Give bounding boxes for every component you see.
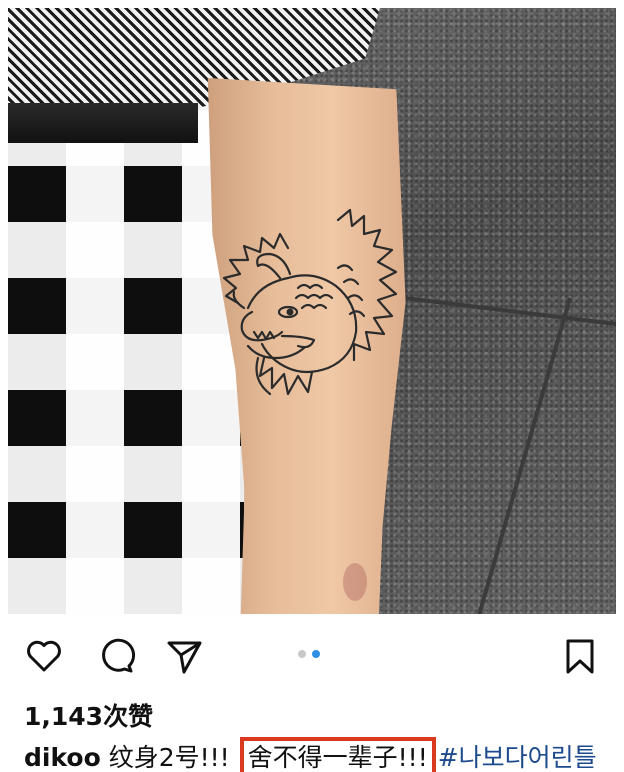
post-caption: dikoo 纹身2号!!! 舍不得一辈子!!! #나보다어린틀 — [24, 737, 597, 772]
bookmark-icon[interactable] — [560, 636, 600, 676]
carousel-indicator — [298, 650, 328, 660]
caption-highlighted-text: 舍不得一辈子!!! — [239, 737, 436, 772]
post-photo[interactable] — [8, 8, 616, 614]
caption-username[interactable]: dikoo — [24, 743, 101, 772]
post-action-bar — [0, 630, 624, 682]
carousel-dot-inactive — [298, 650, 306, 658]
plaid-waistband — [8, 103, 198, 143]
caption-text: 纹身2号!!! — [100, 743, 238, 772]
likes-count[interactable]: 1,143次赞 — [24, 697, 153, 733]
paper-plane-icon[interactable] — [164, 636, 204, 676]
instagram-post: 1,143次赞 dikoo 纹身2号!!! 舍不得一辈子!!! #나보다어린틀 — [0, 0, 624, 772]
caption-hashtag[interactable]: #나보다어린틀 — [438, 743, 597, 772]
carousel-dot-active — [312, 650, 320, 658]
scar-mark — [343, 563, 367, 601]
heart-icon[interactable] — [24, 636, 64, 676]
comment-bubble-icon[interactable] — [96, 636, 136, 676]
dragon-tattoo — [222, 208, 398, 396]
